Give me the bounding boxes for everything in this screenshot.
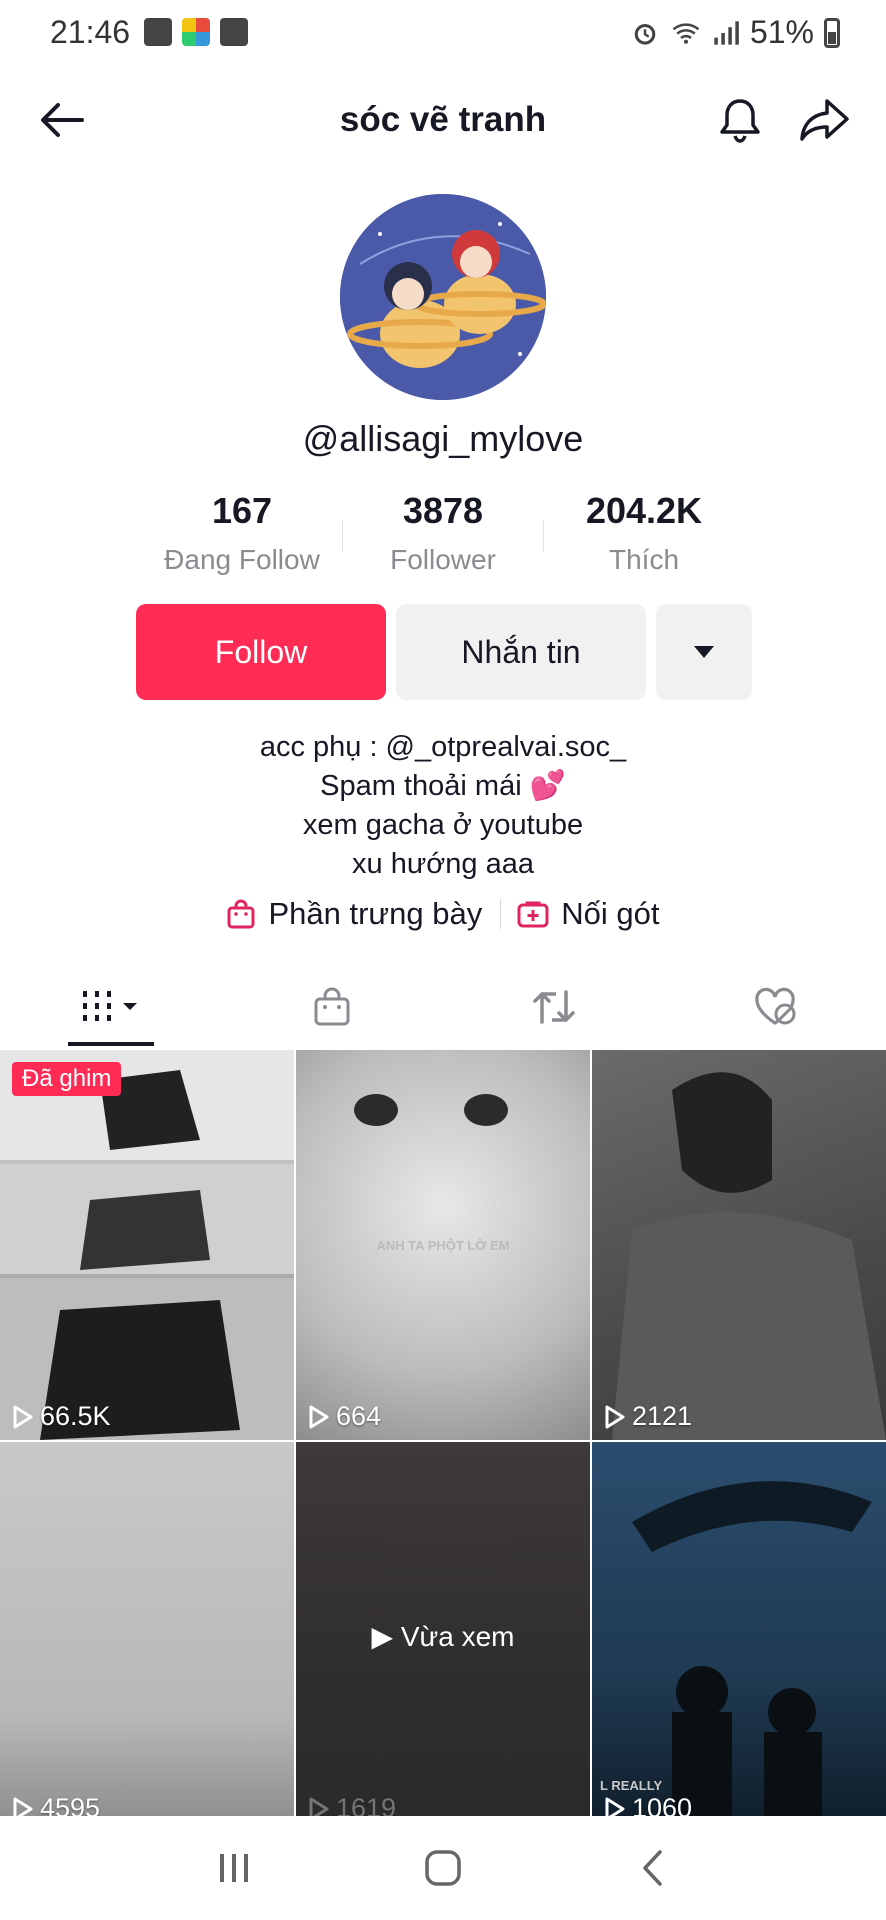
video-thumbnail[interactable]: ▶ Vừa xem 1619 bbox=[296, 1442, 590, 1832]
home-icon bbox=[425, 1850, 461, 1886]
plus-box-icon bbox=[517, 901, 549, 928]
video-overlay-text: L REALLY bbox=[600, 1778, 663, 1793]
recent-apps-button[interactable] bbox=[204, 1838, 264, 1898]
stat-value: 167 bbox=[211, 490, 273, 531]
shopping-bag-icon bbox=[227, 899, 255, 929]
recent-apps-icon bbox=[220, 1854, 249, 1882]
tab-shop[interactable] bbox=[222, 964, 444, 1050]
image-icon bbox=[144, 18, 172, 46]
back-icon bbox=[642, 1850, 662, 1886]
stat-value: 3878 bbox=[402, 490, 484, 531]
signal-icon bbox=[714, 20, 739, 45]
video-thumbnail[interactable]: L REALLY 1060 bbox=[592, 1442, 886, 1832]
video-thumbnail[interactable]: 4595 bbox=[0, 1442, 294, 1832]
bag-icon bbox=[314, 987, 350, 1026]
profile-actions: Follow Nhắn tin bbox=[136, 604, 752, 700]
video-overlay-text: ANH TA PHỘT LỜ EM bbox=[376, 1238, 510, 1253]
showcase-link[interactable]: Phần trưng bày bbox=[226, 896, 482, 932]
divider bbox=[500, 899, 502, 929]
profile-tabs bbox=[0, 964, 886, 1050]
system-back-button[interactable] bbox=[622, 1838, 682, 1898]
home-button[interactable] bbox=[413, 1838, 473, 1898]
battery-percent: 51% bbox=[749, 14, 814, 50]
tab-reposts[interactable] bbox=[443, 964, 665, 1050]
video-thumbnail[interactable]: 2121 bbox=[592, 1050, 886, 1440]
share-button[interactable] bbox=[794, 90, 856, 150]
follow-button[interactable]: Follow bbox=[136, 604, 386, 700]
bio: acc phụ : @_otprealvai.soc_ Spam thoải m… bbox=[0, 728, 886, 884]
stat-label: Follower bbox=[390, 544, 496, 575]
video-thumbnail[interactable]: Đã ghim 66.5K bbox=[0, 1050, 294, 1440]
video-grid: Đã ghim 66.5K ANH TA PHỘT LỜ EM 664 2121… bbox=[0, 1050, 886, 1832]
active-tab-indicator bbox=[68, 1042, 154, 1046]
message-button[interactable]: Nhắn tin bbox=[396, 604, 646, 700]
tab-videos[interactable] bbox=[0, 964, 222, 1050]
avatar-illustration bbox=[340, 194, 546, 400]
bio-line: xem gacha ở youtube bbox=[302, 809, 584, 841]
link-label: Nối gót bbox=[561, 896, 660, 931]
view-count-value: 664 bbox=[336, 1401, 382, 1431]
system-nav-bar bbox=[0, 1816, 886, 1920]
view-count: 66.5K bbox=[12, 1401, 111, 1432]
play-icon bbox=[13, 1405, 33, 1428]
clock-icon bbox=[220, 18, 248, 46]
link-label: Phần trưng bày bbox=[268, 896, 483, 931]
pinned-badge: Đã ghim bbox=[12, 1062, 122, 1096]
stat-followers[interactable]: 3878 Follower bbox=[343, 490, 543, 590]
stat-likes[interactable]: 204.2K Thích bbox=[544, 490, 744, 590]
repost-icon bbox=[533, 990, 575, 1024]
profile-stats: 167 Đang Follow 3878 Follower 204.2K Thí… bbox=[120, 490, 766, 590]
notification-button[interactable] bbox=[710, 90, 770, 150]
stat-label: Đang Follow bbox=[164, 544, 320, 575]
play-icon bbox=[309, 1405, 329, 1428]
share-icon bbox=[800, 99, 849, 141]
avatar[interactable] bbox=[340, 194, 546, 400]
bio-line: xu hướng aaa bbox=[352, 848, 534, 880]
caret-down-icon bbox=[694, 646, 714, 658]
battery-icon bbox=[824, 17, 840, 48]
liked-hidden-icon bbox=[755, 987, 796, 1025]
status-left-icons bbox=[144, 18, 248, 46]
header: sóc vẽ tranh bbox=[0, 76, 886, 164]
video-artwork bbox=[612, 1072, 886, 1440]
alarm-icon bbox=[634, 23, 656, 45]
profile-links: Phần trưng bày Nối gót bbox=[0, 896, 886, 932]
view-count: 664 bbox=[308, 1401, 381, 1432]
bio-line: acc phụ : @_otprealvai.soc_ bbox=[259, 731, 627, 763]
tab-liked[interactable] bbox=[665, 964, 886, 1050]
stat-following[interactable]: 167 Đang Follow bbox=[142, 490, 342, 590]
manga-artwork bbox=[0, 1050, 294, 1440]
video-artwork bbox=[632, 1481, 872, 1832]
grid-icon bbox=[82, 991, 137, 1021]
follow-along-link[interactable]: Nối gót bbox=[517, 896, 660, 932]
bio-line: Spam thoải mái 💕 bbox=[320, 770, 566, 802]
username: @allisagi_mylove bbox=[302, 418, 584, 459]
status-bar: 21:46 51% bbox=[0, 0, 886, 66]
stat-value: 204.2K bbox=[585, 490, 703, 531]
wifi-icon bbox=[672, 22, 700, 44]
recently-watched-text: Vừa xem bbox=[400, 1621, 515, 1652]
play-icon bbox=[605, 1405, 625, 1428]
status-time: 21:46 bbox=[50, 14, 131, 50]
status-right: 51% bbox=[630, 14, 840, 51]
apps-icon bbox=[182, 18, 210, 46]
bell-icon bbox=[720, 99, 760, 143]
view-count: 2121 bbox=[604, 1401, 692, 1432]
view-count-value: 2121 bbox=[632, 1401, 693, 1431]
view-count-value: 66.5K bbox=[40, 1401, 111, 1431]
video-thumbnail[interactable]: ANH TA PHỘT LỜ EM 664 bbox=[296, 1050, 590, 1440]
stat-label: Thích bbox=[608, 544, 680, 575]
recently-watched-label: ▶ Vừa xem bbox=[371, 1621, 515, 1652]
more-options-button[interactable] bbox=[656, 604, 752, 700]
